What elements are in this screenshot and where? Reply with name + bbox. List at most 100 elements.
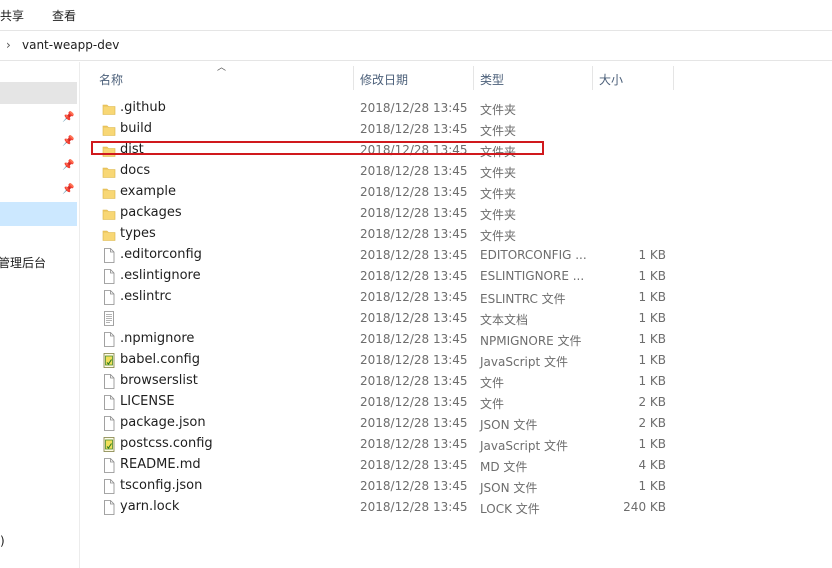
nav-item-quick-access[interactable] bbox=[0, 82, 77, 104]
file-row[interactable]: LICENSE 2018/12/28 13:45 文件 2 KB bbox=[98, 392, 678, 413]
file-name[interactable]: babel.config bbox=[120, 352, 200, 367]
folder-icon bbox=[102, 185, 116, 200]
column-separator[interactable] bbox=[473, 66, 474, 90]
file-size: 1 KB bbox=[638, 479, 666, 493]
text-file-icon bbox=[102, 311, 116, 326]
file-modified-date: 2018/12/28 13:45 bbox=[360, 164, 468, 178]
file-type: 文件夹 bbox=[480, 103, 517, 117]
chevron-right-icon[interactable]: › bbox=[6, 38, 11, 52]
file-name[interactable]: .npmignore bbox=[120, 331, 194, 346]
file-row[interactable]: postcss.config 2018/12/28 13:45 JavaScript… bbox=[98, 434, 678, 455]
file-type: ESLINTIGNORE ... bbox=[480, 269, 585, 283]
pin-icon[interactable]: 📌 bbox=[62, 184, 74, 195]
column-size[interactable]: 大小 bbox=[599, 71, 623, 88]
file-name[interactable]: build bbox=[120, 121, 152, 136]
file-icon bbox=[102, 479, 116, 494]
file-modified-date: 2018/12/28 13:45 bbox=[360, 206, 468, 220]
file-size: 4 KB bbox=[638, 458, 666, 472]
file-size: 1 KB bbox=[638, 353, 666, 367]
menu-view[interactable]: 查看 bbox=[52, 7, 76, 24]
file-row[interactable]: .eslintignore 2018/12/28 13:45 ESLINTIGNOR… bbox=[98, 266, 678, 287]
sort-ascending-icon: ︿ bbox=[217, 63, 227, 73]
file-name[interactable]: tsconfig.json bbox=[120, 478, 202, 493]
file-modified-date: 2018/12/28 13:45 bbox=[360, 269, 468, 283]
file-size: 1 KB bbox=[638, 248, 666, 262]
file-name[interactable]: yarn.lock bbox=[120, 499, 179, 514]
file-row[interactable]: .editorconfig 2018/12/28 13:45 EDITORCONFI… bbox=[98, 245, 678, 266]
file-icon bbox=[102, 248, 116, 263]
file-name[interactable]: browserslist bbox=[120, 373, 198, 388]
highlight-box bbox=[91, 141, 544, 155]
file-row[interactable]: tsconfig.json 2018/12/28 13:45 JSON 文件 1 KB bbox=[98, 476, 678, 497]
file-row[interactable]: browserslist 2018/12/28 13:45 文件 1 KB bbox=[98, 371, 678, 392]
file-row[interactable]: babel.config 2018/12/28 13:45 JavaScript 文… bbox=[98, 350, 678, 371]
file-icon bbox=[102, 290, 116, 305]
file-row[interactable]: example 2018/12/28 13:45 文件夹 bbox=[98, 182, 678, 203]
file-modified-date: 2018/12/28 13:45 bbox=[360, 248, 468, 262]
file-row[interactable]: README.md 2018/12/28 13:45 MD 文件 4 KB bbox=[98, 455, 678, 476]
file-name[interactable]: .github bbox=[120, 100, 166, 115]
pin-icon[interactable]: 📌 bbox=[62, 160, 74, 171]
file-row[interactable]: .eslintrc 2018/12/28 13:45 ESLINTRC 文件 1 KB bbox=[98, 287, 678, 308]
pin-icon[interactable]: 📌 bbox=[62, 112, 74, 123]
menu-share[interactable]: 共享 bbox=[0, 7, 24, 24]
file-name[interactable]: README.md bbox=[120, 457, 201, 472]
file-name[interactable]: docs bbox=[120, 163, 150, 178]
pin-icon[interactable]: 📌 bbox=[62, 136, 74, 147]
file-modified-date: 2018/12/28 13:45 bbox=[360, 227, 468, 241]
breadcrumb[interactable]: vant-weapp-dev bbox=[22, 38, 119, 52]
file-row[interactable]: .npmignore 2018/12/28 13:45 NPMIGNORE 文件 1 … bbox=[98, 329, 678, 350]
column-separator[interactable] bbox=[673, 66, 674, 90]
file-name[interactable]: LICENSE bbox=[120, 394, 175, 409]
column-date[interactable]: 修改日期 bbox=[360, 71, 408, 88]
file-icon bbox=[102, 269, 116, 284]
address-bar[interactable]: › vant-weapp-dev bbox=[0, 34, 832, 58]
file-row[interactable]: .github 2018/12/28 13:45 文件夹 bbox=[98, 98, 678, 119]
file-row[interactable]: types 2018/12/28 13:45 文件夹 bbox=[98, 224, 678, 245]
file-icon bbox=[102, 416, 116, 431]
file-size: 1 KB bbox=[638, 311, 666, 325]
file-name[interactable]: .eslintignore bbox=[120, 268, 201, 283]
file-modified-date: 2018/12/28 13:45 bbox=[360, 353, 468, 367]
file-modified-date: 2018/12/28 13:45 bbox=[360, 416, 468, 430]
file-row[interactable]: yarn.lock 2018/12/28 13:45 LOCK 文件 240 KB bbox=[98, 497, 678, 518]
file-type: JavaScript 文件 bbox=[480, 439, 568, 453]
nav-item-fragment[interactable]: ) bbox=[0, 534, 5, 548]
file-size: 2 KB bbox=[638, 416, 666, 430]
file-type: JSON 文件 bbox=[480, 481, 538, 495]
file-row[interactable]: docs 2018/12/28 13:45 文件夹 bbox=[98, 161, 678, 182]
file-name[interactable]: package.json bbox=[120, 415, 206, 430]
file-size: 2 KB bbox=[638, 395, 666, 409]
nav-item-admin[interactable]: 管理后台 bbox=[0, 254, 46, 271]
file-name[interactable]: .eslintrc bbox=[120, 289, 172, 304]
folder-icon bbox=[102, 227, 116, 242]
file-row[interactable]: build 2018/12/28 13:45 文件夹 bbox=[98, 119, 678, 140]
file-name[interactable]: example bbox=[120, 184, 176, 199]
file-row[interactable]: package.json 2018/12/28 13:45 JSON 文件 2 KB bbox=[98, 413, 678, 434]
file-modified-date: 2018/12/28 13:45 bbox=[360, 332, 468, 346]
column-separator[interactable] bbox=[353, 66, 354, 90]
folder-icon bbox=[102, 206, 116, 221]
file-row[interactable]: 2018/12/28 13:45 文本文档 1 KB bbox=[98, 308, 678, 329]
menu-bar: 共享 查看 bbox=[0, 0, 832, 30]
file-size: 1 KB bbox=[638, 290, 666, 304]
file-modified-date: 2018/12/28 13:45 bbox=[360, 122, 468, 136]
file-modified-date: 2018/12/28 13:45 bbox=[360, 500, 468, 514]
file-name[interactable]: postcss.config bbox=[120, 436, 213, 451]
file-name[interactable]: packages bbox=[120, 205, 182, 220]
nav-item-selected[interactable] bbox=[0, 202, 77, 226]
column-type[interactable]: 类型 bbox=[480, 71, 504, 88]
file-icon bbox=[102, 374, 116, 389]
file-name[interactable]: .editorconfig bbox=[120, 247, 202, 262]
file-icon bbox=[102, 395, 116, 410]
file-row[interactable]: packages 2018/12/28 13:45 文件夹 bbox=[98, 203, 678, 224]
column-separator[interactable] bbox=[592, 66, 593, 90]
file-modified-date: 2018/12/28 13:45 bbox=[360, 290, 468, 304]
file-modified-date: 2018/12/28 13:45 bbox=[360, 479, 468, 493]
file-icon bbox=[102, 500, 116, 515]
file-modified-date: 2018/12/28 13:45 bbox=[360, 185, 468, 199]
column-name[interactable]: 名称 bbox=[99, 71, 123, 88]
file-type: EDITORCONFIG ... bbox=[480, 248, 587, 262]
file-size: 1 KB bbox=[638, 437, 666, 451]
file-name[interactable]: types bbox=[120, 226, 156, 241]
